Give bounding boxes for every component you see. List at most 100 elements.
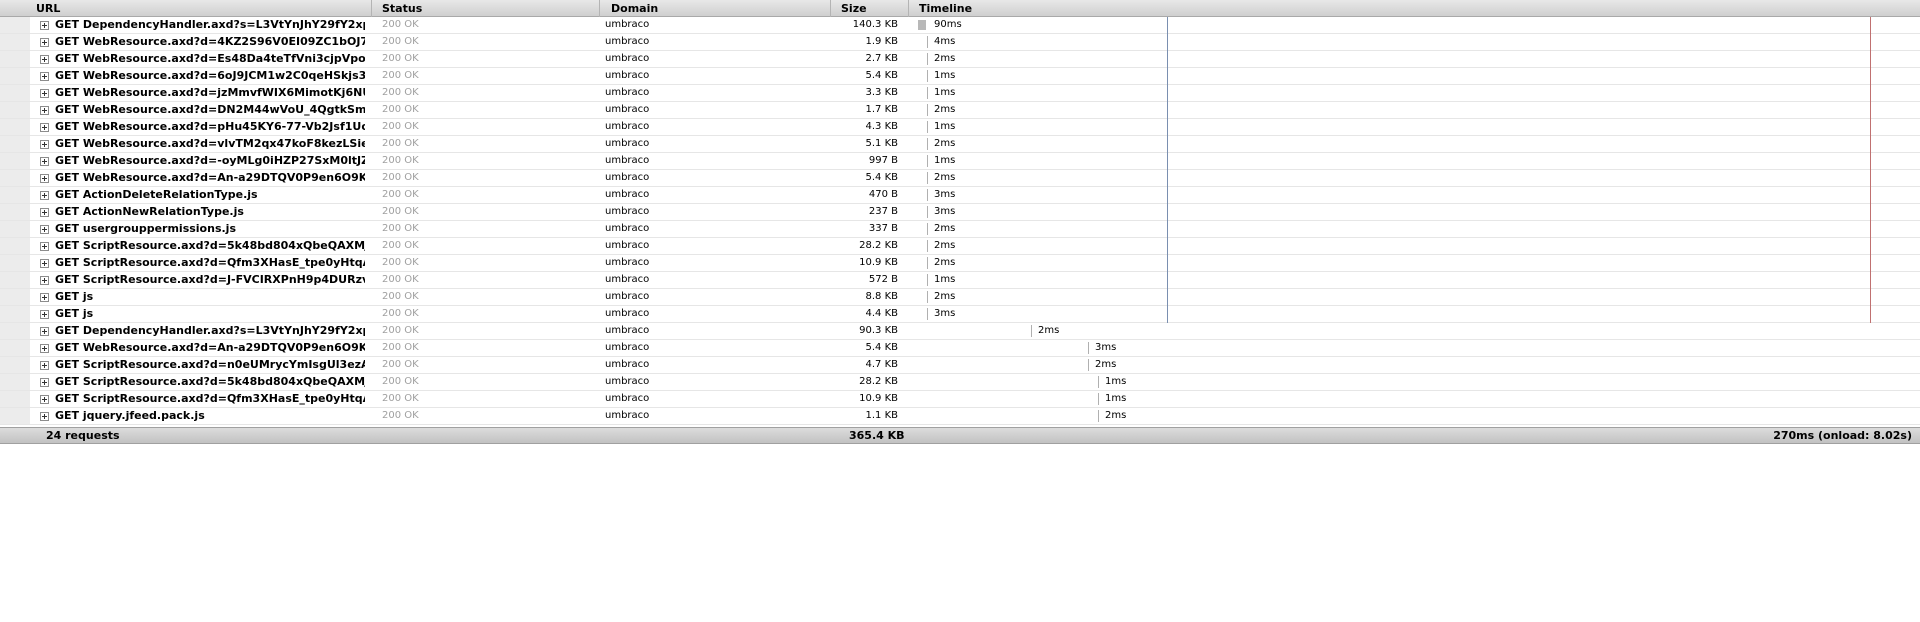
onload-line [1870,17,1871,323]
request-row[interactable]: GET WebResource.axd?d=6oJ9JCM1w2C0qeHSkj… [0,68,1920,85]
request-url: GET WebResource.axd?d=pHu45KY6-77-Vb2Jsf… [55,120,365,133]
request-row[interactable]: GET WebResource.axd?d=-oyMLg0iHZP27SxM0l… [0,153,1920,170]
request-domain: umbraco [605,36,650,47]
request-url: GET WebResource.axd?d=Es48Da4teTfVni3cjp… [55,52,365,65]
request-size: 4.7 KB [865,359,899,370]
request-row[interactable]: GET ScriptResource.axd?d=Qfm3XHasE_tpe0y… [0,391,1920,408]
request-status: 200 OK [382,104,419,115]
expand-plus-icon[interactable] [40,21,49,30]
expand-plus-icon[interactable] [40,89,49,98]
timeline-tick [1098,376,1099,388]
request-row[interactable]: GET WebResource.axd?d=vlvTM2qx47koF8kezL… [0,136,1920,153]
request-row[interactable]: GET js 200 OK umbraco 8.8 KB 2ms [0,289,1920,306]
expand-plus-icon[interactable] [40,157,49,166]
request-row[interactable]: GET WebResource.axd?d=jzMmvfWIX6MimotKj6… [0,85,1920,102]
expand-plus-icon[interactable] [40,174,49,183]
expand-plus-icon[interactable] [40,361,49,370]
request-status: 200 OK [382,138,419,149]
row-gutter [0,170,30,186]
expand-plus-icon[interactable] [40,140,49,149]
request-status: 200 OK [382,291,419,302]
expand-plus-icon[interactable] [40,327,49,336]
expand-plus-icon[interactable] [40,276,49,285]
total-timing: 270ms (onload: 8.02s) [1773,429,1912,442]
expand-plus-icon[interactable] [40,225,49,234]
request-row[interactable]: GET DependencyHandler.axd?s=L3VtYnJhY29f… [0,323,1920,340]
expand-plus-icon[interactable] [40,242,49,251]
request-size: 5.1 KB [865,138,899,149]
request-duration: 1ms [934,87,956,98]
request-size: 4.4 KB [865,308,899,319]
request-row[interactable]: GET WebResource.axd?d=An-a29DTQV0P9en6O9… [0,170,1920,187]
request-row[interactable]: GET jquery.jfeed.pack.js 200 OK umbraco … [0,408,1920,425]
request-url: GET WebResource.axd?d=4KZ2S96V0EI09ZC1bO… [55,35,365,48]
request-size: 90.3 KB [859,325,898,336]
expand-plus-icon[interactable] [40,106,49,115]
request-row[interactable]: GET ScriptResource.axd?d=J-FVCIRXPnH9p4D… [0,272,1920,289]
request-domain: umbraco [605,325,650,336]
request-status: 200 OK [382,121,419,132]
request-domain: umbraco [605,172,650,183]
request-row[interactable]: GET ScriptResource.axd?d=Qfm3XHasE_tpe0y… [0,255,1920,272]
row-gutter [0,272,30,288]
column-header-domain[interactable]: Domain [605,0,831,17]
expand-plus-icon[interactable] [40,55,49,64]
request-row[interactable]: GET ScriptResource.axd?d=5k48bd804xQbeQA… [0,238,1920,255]
timeline-tick [927,36,928,48]
request-domain: umbraco [605,206,650,217]
request-url: GET ScriptResource.axd?d=5k48bd804xQbeQA… [55,375,365,388]
expand-plus-icon[interactable] [40,38,49,47]
request-duration: 2ms [934,172,956,183]
request-status: 200 OK [382,308,419,319]
request-row[interactable]: GET WebResource.axd?d=pHu45KY6-77-Vb2Jsf… [0,119,1920,136]
request-size: 140.3 KB [852,19,898,30]
expand-plus-icon[interactable] [40,310,49,319]
request-row[interactable]: GET ActionDeleteRelationType.js 200 OK u… [0,187,1920,204]
column-header-status[interactable]: Status [376,0,600,17]
request-url: GET WebResource.axd?d=6oJ9JCM1w2C0qeHSkj… [55,69,365,82]
expand-plus-icon[interactable] [40,72,49,81]
expand-plus-icon[interactable] [40,293,49,302]
request-status: 200 OK [382,155,419,166]
request-row[interactable]: GET ScriptResource.axd?d=n0eUMrycYmIsgUl… [0,357,1920,374]
request-row[interactable]: GET WebResource.axd?d=DN2M44wVoU_4QgtkSm… [0,102,1920,119]
request-url: GET WebResource.axd?d=vlvTM2qx47koF8kezL… [55,137,365,150]
timeline-tick [1088,342,1089,354]
timeline-tick [927,121,928,133]
request-domain: umbraco [605,223,650,234]
expand-plus-icon[interactable] [40,395,49,404]
expand-plus-icon[interactable] [40,191,49,200]
request-status: 200 OK [382,359,419,370]
expand-plus-icon[interactable] [40,344,49,353]
expand-plus-icon[interactable] [40,123,49,132]
request-row[interactable]: GET WebResource.axd?d=4KZ2S96V0EI09ZC1bO… [0,34,1920,51]
column-header-size[interactable]: Size [835,0,909,17]
request-size: 8.8 KB [865,291,899,302]
request-size: 237 B [868,206,898,217]
expand-plus-icon[interactable] [40,208,49,217]
request-duration: 2ms [934,104,956,115]
expand-plus-icon[interactable] [40,412,49,421]
request-row[interactable]: GET usergrouppermissions.js 200 OK umbra… [0,221,1920,238]
timeline-tick [927,155,928,167]
row-gutter [0,51,30,67]
request-row[interactable]: GET WebResource.axd?d=Es48Da4teTfVni3cjp… [0,51,1920,68]
request-url: GET usergrouppermissions.js [55,222,236,235]
dom-content-loaded-line [1167,17,1168,323]
request-domain: umbraco [605,274,650,285]
row-gutter [0,17,30,33]
request-row[interactable]: GET js 200 OK umbraco 4.4 KB 3ms [0,306,1920,323]
request-row[interactable]: GET ActionNewRelationType.js 200 OK umbr… [0,204,1920,221]
row-gutter [0,391,30,407]
column-header-timeline[interactable]: Timeline [913,0,1920,17]
row-gutter [0,34,30,50]
timeline-tick [1098,410,1099,422]
request-row[interactable]: GET ScriptResource.axd?d=5k48bd804xQbeQA… [0,374,1920,391]
request-row[interactable]: GET WebResource.axd?d=An-a29DTQV0P9en6O9… [0,340,1920,357]
expand-plus-icon[interactable] [40,259,49,268]
column-header-url[interactable]: URL [30,0,372,17]
request-row[interactable]: GET DependencyHandler.axd?s=L3VtYnJhY29f… [0,17,1920,34]
row-gutter [0,306,30,322]
request-size: 4.3 KB [865,121,899,132]
expand-plus-icon[interactable] [40,378,49,387]
